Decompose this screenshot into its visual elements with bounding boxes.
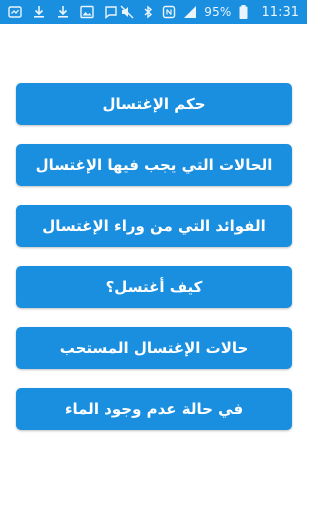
menu-button-how-to[interactable]: كيف أغتسل؟ xyxy=(16,266,292,308)
menu-button-no-water[interactable]: في حالة عدم وجود الماء xyxy=(16,388,292,430)
download-icon xyxy=(56,5,70,19)
menu-button-obligatory-cases[interactable]: الحالات التي يجب فيها الإغتسال xyxy=(16,144,292,186)
nfc-icon xyxy=(162,5,176,19)
signal-icon xyxy=(183,5,197,19)
status-bar-system: 95% 11:31 xyxy=(120,3,299,21)
download-icon xyxy=(32,5,46,19)
mute-icon xyxy=(120,5,134,19)
status-clock: 11:31 xyxy=(261,4,299,20)
battery-icon xyxy=(239,5,253,19)
menu-button-recommended-cases[interactable]: حالات الإغتسال المستحب xyxy=(16,327,292,369)
image-icon xyxy=(80,5,94,19)
menu-button-ghusl-ruling[interactable]: حكم الإغتسال xyxy=(16,83,292,125)
menu-button-benefits[interactable]: الفوائد التي من وراء الإغتسال xyxy=(16,205,292,247)
bluetooth-icon xyxy=(141,5,155,19)
battery-percentage: 95% xyxy=(204,5,232,19)
app-notification-icon xyxy=(8,5,22,19)
status-bar-notifications xyxy=(8,4,118,20)
status-bar: 95% 11:31 xyxy=(0,0,307,24)
main-menu: حكم الإغتسال الحالات التي يجب فيها الإغت… xyxy=(16,83,292,449)
message-icon xyxy=(104,5,118,19)
